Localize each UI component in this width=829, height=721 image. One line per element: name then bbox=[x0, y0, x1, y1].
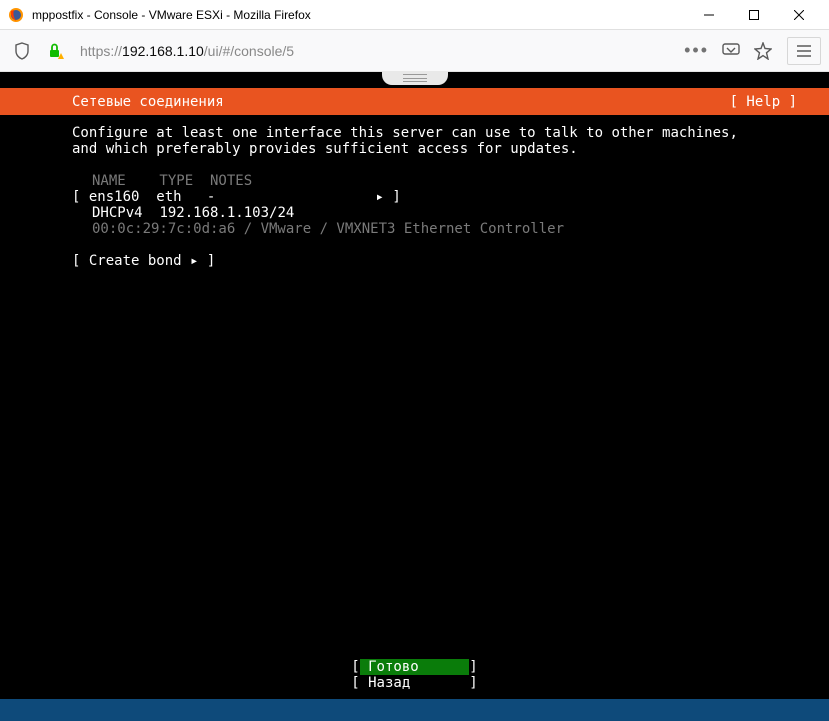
url-scheme: https:// bbox=[80, 43, 122, 59]
address-bar: https://192.168.1.10/ui/#/console/5 ••• bbox=[0, 30, 829, 72]
help-link[interactable]: [ Help ] bbox=[730, 94, 817, 110]
hamburger-menu-button[interactable] bbox=[787, 37, 821, 65]
url-path: /ui/#/console/5 bbox=[204, 43, 294, 59]
dhcp-label: DHCPv4 bbox=[92, 205, 143, 221]
firefox-icon bbox=[8, 7, 24, 23]
window-controls bbox=[686, 1, 821, 29]
window-title: mppostfix - Console - VMware ESXi - Mozi… bbox=[32, 8, 686, 22]
nic-notes: - bbox=[207, 189, 215, 205]
pulltab-handle-icon bbox=[382, 71, 448, 85]
network-table-header: NAME TYPE NOTES bbox=[12, 173, 817, 189]
description-line-1: Configure at least one interface this se… bbox=[12, 125, 817, 141]
vmware-pulltab[interactable] bbox=[0, 72, 829, 88]
minimize-button[interactable] bbox=[686, 1, 731, 29]
window-titlebar: mppostfix - Console - VMware ESXi - Mozi… bbox=[0, 0, 829, 30]
nic-dhcp-row: DHCPv4 192.168.1.103/24 bbox=[12, 205, 817, 221]
chevron-right-icon: ▸ ] bbox=[375, 189, 400, 205]
installer-header: Сетевые соединения [ Help ] bbox=[0, 88, 829, 115]
installer-footer-buttons: [ Готово ] [ Назад ] bbox=[0, 659, 829, 691]
description-line-2: and which preferably provides sufficient… bbox=[12, 141, 817, 157]
url-host: 192.168.1.10 bbox=[122, 43, 204, 59]
maximize-button[interactable] bbox=[731, 1, 776, 29]
done-button[interactable]: [ Готово ] bbox=[351, 659, 477, 675]
installer-header-title: Сетевые соединения bbox=[12, 94, 730, 110]
close-button[interactable] bbox=[776, 1, 821, 29]
console-terminal[interactable]: Сетевые соединения [ Help ] Configure at… bbox=[0, 88, 829, 699]
page-actions-icon[interactable]: ••• bbox=[680, 40, 713, 61]
console-bottom-bar bbox=[0, 699, 829, 721]
nic-type: eth bbox=[156, 189, 181, 205]
reader-pocket-icon[interactable] bbox=[717, 37, 745, 65]
back-button[interactable]: [ Назад ] bbox=[351, 675, 477, 691]
network-interface-row[interactable]: [ ens160 eth - ▸ ] bbox=[12, 189, 817, 205]
nic-name: ens160 bbox=[89, 189, 140, 205]
vmware-console-frame: Сетевые соединения [ Help ] Configure at… bbox=[0, 72, 829, 721]
bookmark-star-icon[interactable] bbox=[749, 37, 777, 65]
addressbar-actions: ••• bbox=[680, 37, 821, 65]
create-bond-button[interactable]: [ Create bond ▸ ] bbox=[12, 253, 817, 269]
url-display[interactable]: https://192.168.1.10/ui/#/console/5 bbox=[76, 43, 674, 59]
nic-hardware-info: 00:0c:29:7c:0d:a6 / VMware / VMXNET3 Eth… bbox=[12, 221, 817, 237]
tracking-shield-icon[interactable] bbox=[8, 37, 36, 65]
installer-body: Configure at least one interface this se… bbox=[0, 115, 829, 699]
dhcp-ip-value: 192.168.1.103/24 bbox=[159, 205, 294, 221]
lock-warning-icon[interactable] bbox=[42, 37, 70, 65]
